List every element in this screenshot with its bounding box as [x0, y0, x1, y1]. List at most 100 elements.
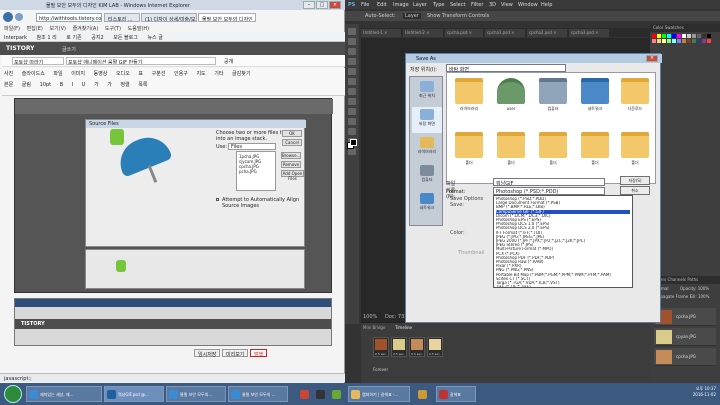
color-swatch[interactable]	[672, 39, 676, 43]
place-network[interactable]: 네트워크	[412, 191, 442, 217]
opacity-field[interactable]: Opacity: 100%	[680, 286, 709, 291]
color-swatch[interactable]	[702, 34, 706, 38]
color-swatch[interactable]	[662, 34, 666, 38]
align-checkbox[interactable]	[216, 198, 219, 201]
menu-layer[interactable]: Layer	[413, 2, 427, 8]
tab-channels[interactable]: Channels	[668, 277, 687, 282]
tool-italic[interactable]: I	[72, 82, 73, 88]
menu-edit[interactable]: Edit	[377, 2, 387, 8]
color-swatch[interactable]	[662, 39, 666, 43]
place-desktop[interactable]: 바탕 화면	[412, 107, 442, 133]
tool-video[interactable]: 동영상	[94, 71, 108, 77]
color-swatch[interactable]	[667, 34, 671, 38]
animation-frame[interactable]: 0.5 sec.	[409, 337, 425, 357]
format-select[interactable]: Photoshop (*.PSD;*.PDD)	[493, 187, 605, 195]
use-select[interactable]: Files	[228, 143, 276, 150]
save-in-select[interactable]: 바탕 화면	[446, 64, 566, 73]
color-swatch[interactable]	[667, 39, 671, 43]
move-tool-icon[interactable]	[348, 28, 356, 35]
tool-font[interactable]: 굴림	[22, 82, 31, 88]
taskbar-item[interactable]: 캡처하기 | 갈색표 -...	[348, 386, 410, 402]
category-select[interactable]: 포토샵 따라기	[12, 57, 64, 65]
menu-help[interactable]: Help	[541, 2, 552, 8]
tool-photo[interactable]: 사진	[4, 71, 13, 77]
layer-row[interactable]: cpcha.JPG	[654, 308, 716, 326]
color-swatch[interactable]	[697, 34, 701, 38]
magic-wand-tool-icon[interactable]	[348, 58, 356, 65]
tab-timeline[interactable]: Timeline	[395, 325, 412, 330]
save-button[interactable]: 저장(S)	[620, 176, 650, 185]
color-swatch[interactable]	[657, 39, 661, 43]
animation-frame[interactable]: 0.5 sec.	[391, 337, 407, 357]
show-transform-checkbox[interactable]: Show Transform Controls	[427, 13, 489, 19]
healing-tool-icon[interactable]	[348, 88, 356, 95]
doc-tab[interactable]: cpcha2.psd ×	[527, 29, 567, 37]
system-clock[interactable]: 오후 10:37 2016-11-02	[693, 386, 716, 398]
tool-bgcolor[interactable]: 가	[107, 82, 112, 88]
auto-select-label[interactable]: Auto-Select:	[365, 13, 396, 19]
menu-image[interactable]: Image	[393, 2, 409, 8]
file-item[interactable]: 폴더	[491, 129, 531, 175]
file-item[interactable]: 폴더	[575, 129, 615, 175]
tool-divider[interactable]: 구분선	[152, 71, 166, 77]
tool-file[interactable]: 파일	[53, 71, 62, 77]
fill-field[interactable]: Fill: 100%	[690, 294, 709, 299]
tool-bold[interactable]: B	[60, 82, 63, 88]
tab-swatches[interactable]: Swatches	[665, 25, 684, 30]
menu-select[interactable]: Select	[450, 2, 465, 8]
tool-align[interactable]: 정렬	[120, 82, 129, 88]
color-swatch[interactable]	[677, 34, 681, 38]
pdf-icon[interactable]	[300, 390, 309, 399]
file-item[interactable]: 폴더	[615, 129, 655, 175]
tab-2[interactable]: (1) 디자이 상세/미술/모...	[141, 13, 197, 22]
preview-button[interactable]: 미리보기	[222, 349, 249, 358]
color-swatch[interactable]	[692, 39, 696, 43]
foreground-color-swatch[interactable]	[350, 139, 357, 146]
tool-etc[interactable]: 기타	[214, 71, 223, 77]
tool-find[interactable]: 글감찾기	[232, 71, 250, 77]
remove-button[interactable]: Remove	[281, 161, 301, 168]
color-swatch[interactable]	[677, 39, 681, 43]
cancel-button[interactable]: Cancel	[282, 139, 302, 146]
tab-mini-bridge[interactable]: Mini Bridge	[363, 325, 386, 330]
frame-delay[interactable]: 0.5 sec.	[429, 352, 441, 356]
layer-row[interactable]: cpyan.JPG	[654, 328, 716, 346]
menu-type[interactable]: Type	[433, 2, 444, 8]
fav-4[interactable]: 공지2	[91, 35, 103, 41]
color-swatch[interactable]	[682, 34, 686, 38]
tool-table[interactable]: 표	[138, 71, 143, 77]
tab-color[interactable]: Color	[653, 25, 663, 30]
color-swatch[interactable]	[652, 39, 656, 43]
public-radio[interactable]: 공개	[224, 58, 233, 65]
hand-tool-icon[interactable]	[348, 148, 356, 155]
source-file-list[interactable]: 1pcha.JPG cjycam.JPG cpcha.JPG pcha.JPG	[236, 151, 276, 191]
place-libraries[interactable]: 라이브러리	[412, 135, 442, 161]
format-option[interactable]: TIFF (*.TIF;*.TIFF)	[496, 285, 630, 287]
start-button[interactable]	[4, 385, 22, 403]
add-open-files-button[interactable]: Add Open Files	[281, 170, 304, 181]
browse-button[interactable]: Browse...	[281, 152, 301, 159]
place-computer[interactable]: 컴퓨터	[412, 163, 442, 189]
loop-select[interactable]: Forever	[373, 367, 388, 372]
tool-paragraph[interactable]: 본문	[4, 82, 13, 88]
eyedropper-tool-icon[interactable]	[348, 78, 356, 85]
marquee-tool-icon[interactable]	[348, 38, 356, 45]
file-item[interactable]: 폴더	[449, 129, 489, 175]
back-icon[interactable]	[3, 12, 13, 22]
folder-icon[interactable]	[418, 390, 427, 399]
color-swatch[interactable]	[687, 39, 691, 43]
tool-list[interactable]: 목록	[138, 82, 147, 88]
fav-3[interactable]: 로 기존	[66, 35, 81, 41]
thumbnail-checkbox[interactable]: Thumbnail	[458, 250, 484, 256]
color-swatch[interactable]	[707, 39, 711, 43]
app-icon[interactable]	[332, 390, 341, 399]
doc-tab[interactable]: cpcha1.psd ×	[485, 29, 525, 37]
aftereffects-icon[interactable]	[316, 390, 325, 399]
tool-image[interactable]: 이미지	[71, 71, 85, 77]
tool-quote[interactable]: 인용구	[174, 71, 188, 77]
taskbar-item[interactable]: 갈색표	[436, 386, 476, 402]
menu-3d[interactable]: 3D	[489, 2, 496, 8]
stamp-tool-icon[interactable]	[348, 108, 356, 115]
auto-select-dropdown[interactable]: Layer	[403, 13, 421, 19]
fav-1[interactable]: Interpark	[4, 35, 27, 41]
